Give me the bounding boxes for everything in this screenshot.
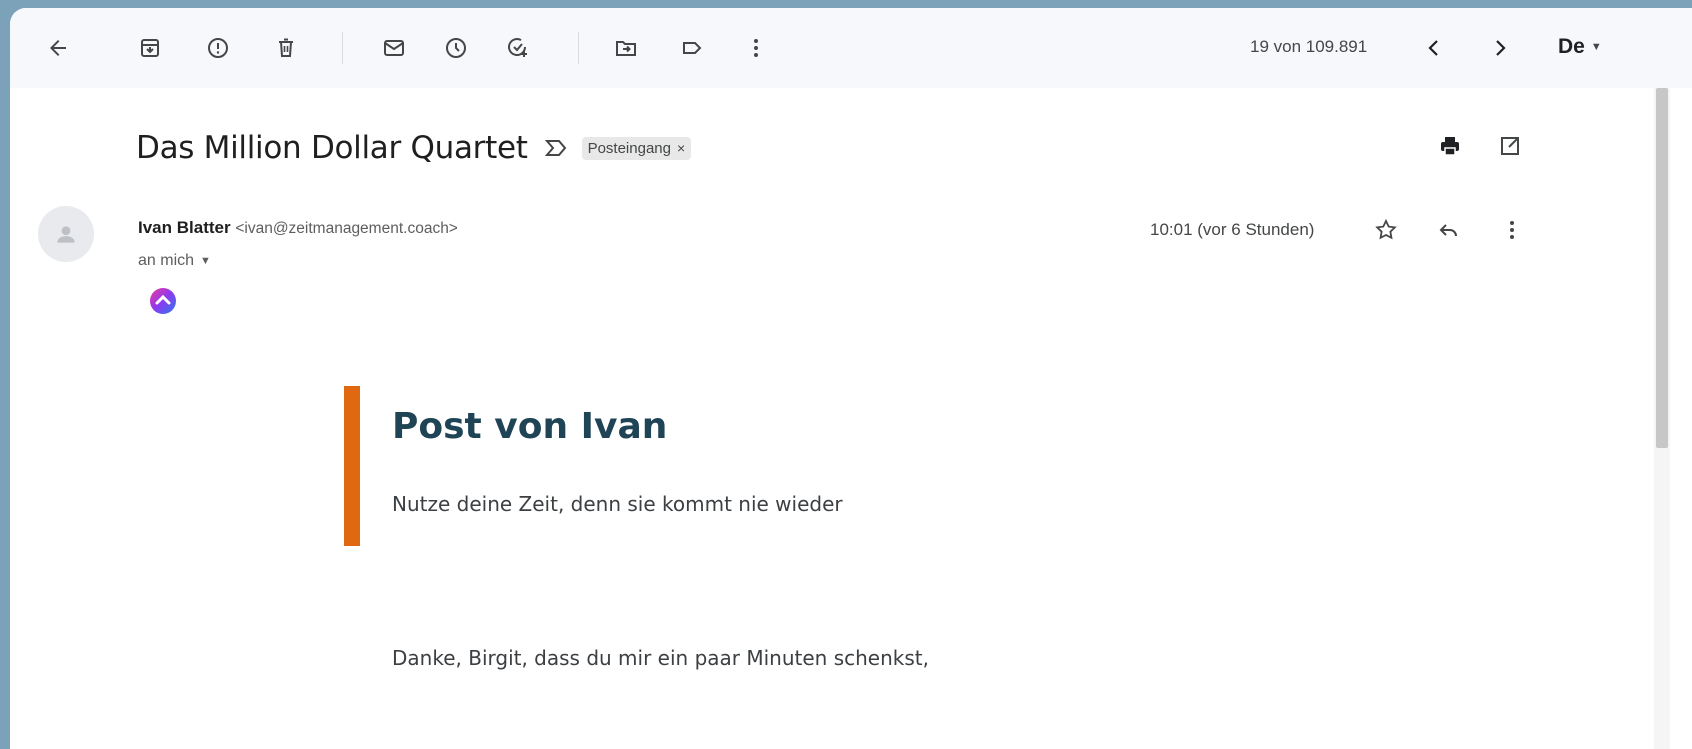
mail-frame: 19 von 109.891 De ▼ Das Million Dollar Q… (10, 8, 1692, 749)
reply-icon[interactable] (1430, 212, 1466, 248)
print-icon[interactable] (1434, 130, 1466, 162)
back-arrow-icon[interactable] (38, 28, 78, 68)
email-subject: Das Million Dollar Quartet (136, 130, 528, 166)
snooze-icon[interactable] (436, 28, 476, 68)
chevron-down-icon: ▼ (1590, 41, 1602, 53)
input-language-selector[interactable]: De ▼ (1558, 35, 1602, 59)
body-text: Danke, Birgit, dass du mir ein paar Minu… (392, 646, 929, 670)
move-to-icon[interactable] (606, 28, 646, 68)
language-label: De (1558, 35, 1585, 58)
label-chip-text: Posteingang (587, 139, 671, 157)
report-spam-icon[interactable] (198, 28, 238, 68)
label-chip: Posteingang × (581, 136, 692, 160)
app-logo-icon (150, 288, 176, 314)
chevron-down-icon: ▼ (200, 255, 211, 267)
more-vert-icon[interactable] (1494, 212, 1530, 248)
label-icon[interactable] (672, 28, 712, 68)
scrollbar-thumb[interactable] (1656, 88, 1668, 448)
avatar[interactable] (38, 206, 94, 262)
toolbar-divider (342, 32, 343, 64)
sender-email: <ivan@zeitmanagement.coach> (235, 220, 458, 237)
remove-label-icon[interactable]: × (677, 140, 685, 156)
person-icon (57, 226, 75, 243)
message-count: 19 von 109.891 (1250, 37, 1368, 56)
open-in-new-window-icon[interactable] (1494, 130, 1526, 162)
message-time: 10:01 (vor 6 Stunden) (1150, 220, 1315, 239)
delete-icon[interactable] (266, 28, 306, 68)
recipient-details-toggle[interactable]: an mich ▼ (138, 252, 211, 270)
recipient-label: an mich (138, 252, 195, 269)
next-icon[interactable] (1480, 28, 1520, 68)
subject-row: Das Million Dollar Quartet Posteingang × (136, 126, 692, 170)
post-subtitle: Nutze deine Zeit, denn sie kommt nie wie… (392, 492, 843, 516)
add-task-icon[interactable] (498, 28, 538, 68)
prev-icon[interactable] (1414, 28, 1454, 68)
more-vert-icon[interactable] (736, 28, 776, 68)
toolbar: 19 von 109.891 De ▼ (10, 8, 1692, 88)
archive-icon[interactable] (130, 28, 170, 68)
importance-marker-icon[interactable] (544, 138, 570, 158)
toolbar-divider (578, 32, 579, 64)
star-icon[interactable] (1368, 212, 1404, 248)
sender-line: Ivan Blatter <ivan@zeitmanagement.coach> (138, 218, 458, 238)
mark-unread-icon[interactable] (374, 28, 414, 68)
sender-name[interactable]: Ivan Blatter (138, 218, 231, 237)
accent-bar (344, 386, 360, 546)
post-title: Post von Ivan (392, 406, 668, 447)
